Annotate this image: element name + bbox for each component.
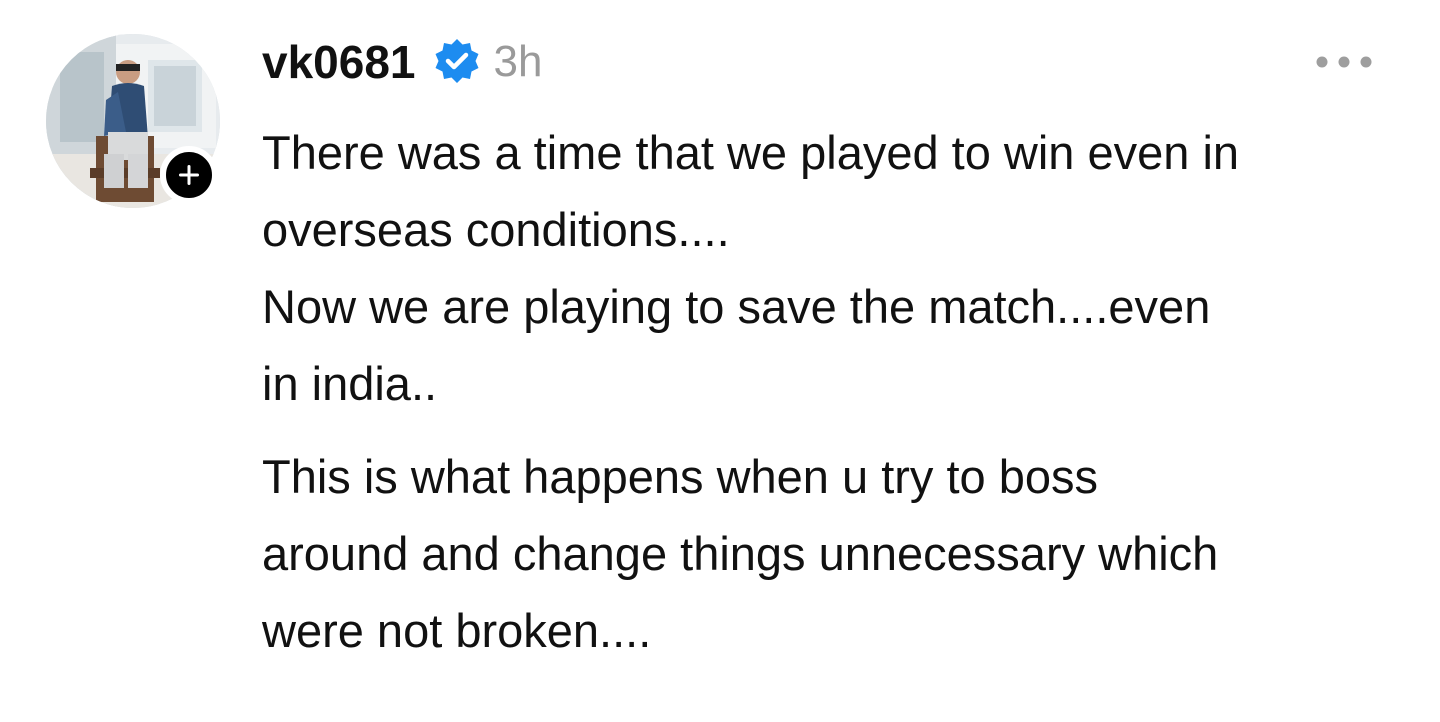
avatar-container[interactable] <box>46 34 220 208</box>
text-line: There was a time that we played to win e… <box>262 126 1240 179</box>
text-line: overseas conditions.... <box>262 203 730 256</box>
paragraph: There was a time that we played to win e… <box>262 114 1402 422</box>
text-line: around and change things unnecessary whi… <box>262 527 1219 580</box>
text-line: were not broken.... <box>262 604 652 657</box>
more-horizontal-icon <box>1316 56 1372 68</box>
text-line: Now we are playing to save the match....… <box>262 280 1211 333</box>
paragraph: This is what happens when u try to boss … <box>262 438 1402 669</box>
follow-button[interactable] <box>160 146 218 204</box>
verified-badge-icon <box>430 35 484 89</box>
post-body: There was a time that we played to win e… <box>262 114 1402 669</box>
timestamp: 3h <box>493 37 543 86</box>
post-header: vk0681 3h <box>262 31 542 93</box>
thread-post: vk0681 3h There was a time that we playe… <box>0 0 1440 722</box>
text-line: This is what happens when u try to boss <box>262 450 1098 503</box>
more-options-button[interactable] <box>1304 44 1384 80</box>
text-line: in india.. <box>262 357 438 410</box>
username[interactable]: vk0681 <box>262 31 416 93</box>
plus-icon <box>179 165 199 185</box>
